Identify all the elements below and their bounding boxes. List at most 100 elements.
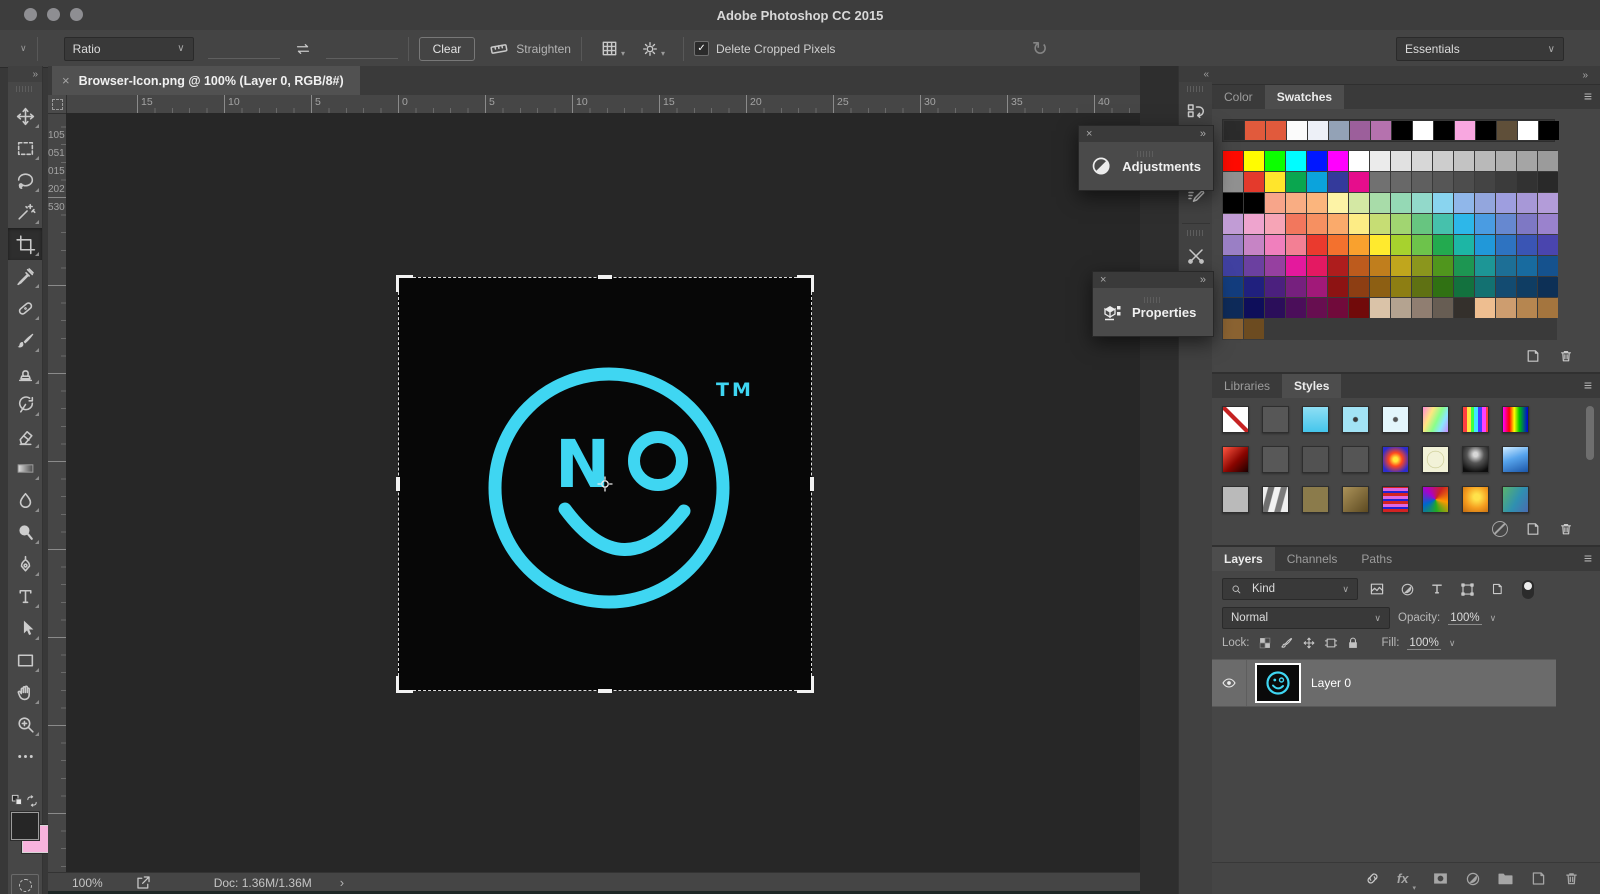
swatch-cell[interactable] bbox=[1433, 151, 1453, 171]
swatch-cell[interactable] bbox=[1412, 214, 1432, 234]
swatch-cell[interactable] bbox=[1391, 235, 1411, 255]
filter-type-layers-button[interactable] bbox=[1426, 582, 1448, 596]
swatch-cell[interactable] bbox=[1370, 298, 1390, 318]
style-thumbnail[interactable] bbox=[1382, 446, 1409, 473]
close-tab-icon[interactable]: × bbox=[62, 73, 70, 88]
link-layers-icon[interactable] bbox=[1364, 870, 1381, 887]
swatch-cell[interactable] bbox=[1412, 235, 1432, 255]
swatch-cell[interactable] bbox=[1517, 193, 1537, 213]
swatch-cell[interactable] bbox=[1496, 298, 1516, 318]
swatch-cell[interactable] bbox=[1286, 214, 1306, 234]
style-thumbnail[interactable] bbox=[1262, 446, 1289, 473]
new-swatch-icon[interactable] bbox=[1525, 348, 1541, 364]
swatch-cell[interactable] bbox=[1349, 235, 1369, 255]
swatch-cell[interactable] bbox=[1265, 277, 1285, 297]
style-thumbnail[interactable] bbox=[1462, 446, 1489, 473]
clear-style-icon[interactable] bbox=[1492, 521, 1508, 537]
style-thumbnail[interactable] bbox=[1382, 406, 1409, 433]
chevron-down-icon[interactable]: ∨ bbox=[1490, 613, 1497, 624]
swatch-cell[interactable] bbox=[1454, 235, 1474, 255]
swatch-cell[interactable] bbox=[1244, 277, 1264, 297]
swatch-cell[interactable] bbox=[1265, 151, 1285, 171]
history-brush-tool[interactable] bbox=[8, 388, 42, 420]
crop-height-field[interactable] bbox=[326, 39, 398, 59]
blend-mode-select[interactable]: Normal ∨ bbox=[1222, 607, 1390, 629]
swatch-cell[interactable] bbox=[1454, 214, 1474, 234]
swatch-cell[interactable] bbox=[1265, 214, 1285, 234]
panel-menu-icon[interactable]: ≡ bbox=[1584, 377, 1592, 393]
lock-artboard-icon[interactable] bbox=[1324, 636, 1338, 650]
swatch-cell[interactable] bbox=[1455, 121, 1475, 140]
status-options-chevron[interactable]: › bbox=[340, 875, 344, 890]
crop-ratio-select[interactable]: Ratio ∨ bbox=[64, 37, 194, 61]
swatch-cell[interactable] bbox=[1496, 214, 1516, 234]
swatch-cell[interactable] bbox=[1391, 151, 1411, 171]
swatch-cell[interactable] bbox=[1286, 172, 1306, 192]
swatch-cell[interactable] bbox=[1223, 298, 1243, 318]
swatch-cell[interactable] bbox=[1244, 235, 1264, 255]
move-tool[interactable] bbox=[8, 100, 42, 132]
pen-tool[interactable] bbox=[8, 548, 42, 580]
swatch-cell[interactable] bbox=[1328, 172, 1348, 192]
swatch-cell[interactable] bbox=[1307, 151, 1327, 171]
swatch-cell[interactable] bbox=[1307, 172, 1327, 192]
swatch-cell[interactable] bbox=[1349, 193, 1369, 213]
swatch-cell[interactable] bbox=[1223, 277, 1243, 297]
quick-mask-button[interactable] bbox=[11, 874, 39, 894]
zoom-level-field[interactable]: 100% bbox=[72, 876, 103, 890]
collapsed-column-header[interactable]: « bbox=[1179, 66, 1213, 82]
swatch-cell[interactable] bbox=[1475, 151, 1495, 171]
swatch-cell[interactable] bbox=[1223, 319, 1243, 339]
swatch-cell[interactable] bbox=[1412, 193, 1432, 213]
swatch-cell[interactable] bbox=[1370, 235, 1390, 255]
swatch-cell[interactable] bbox=[1307, 256, 1327, 276]
swatch-cell[interactable] bbox=[1496, 151, 1516, 171]
style-thumbnail[interactable] bbox=[1342, 406, 1369, 433]
tab-color[interactable]: Color bbox=[1212, 85, 1265, 109]
swatch-cell[interactable] bbox=[1496, 256, 1516, 276]
swatch-cell[interactable] bbox=[1454, 277, 1474, 297]
tab-channels[interactable]: Channels bbox=[1275, 547, 1350, 571]
crop-handle-top-left[interactable] bbox=[396, 275, 413, 292]
swatch-cell[interactable] bbox=[1433, 256, 1453, 276]
swatch-cell[interactable] bbox=[1245, 121, 1265, 140]
swatch-cell[interactable] bbox=[1370, 172, 1390, 192]
workspace-select[interactable]: Essentials ∨ bbox=[1396, 37, 1564, 61]
swatch-cell[interactable] bbox=[1454, 256, 1474, 276]
swatch-cell[interactable] bbox=[1328, 214, 1348, 234]
swatch-cell[interactable] bbox=[1308, 121, 1328, 140]
crop-handle-right[interactable] bbox=[810, 477, 814, 491]
swatch-cell[interactable] bbox=[1349, 298, 1369, 318]
swap-colors-icon[interactable] bbox=[25, 794, 39, 808]
swatch-cell[interactable] bbox=[1538, 256, 1558, 276]
healing-brush-tool[interactable] bbox=[8, 292, 42, 324]
swatch-cell[interactable] bbox=[1265, 193, 1285, 213]
swatch-cell[interactable] bbox=[1307, 235, 1327, 255]
swatch-cell[interactable] bbox=[1371, 121, 1391, 140]
fill-value[interactable]: 100% bbox=[1407, 637, 1440, 650]
style-thumbnail[interactable] bbox=[1302, 446, 1329, 473]
scrollbar[interactable] bbox=[1586, 406, 1594, 460]
properties-panel-header[interactable]: × » bbox=[1093, 272, 1213, 288]
swatch-cell[interactable] bbox=[1265, 256, 1285, 276]
style-thumbnail[interactable] bbox=[1342, 446, 1369, 473]
filter-smart-objects-button[interactable] bbox=[1486, 582, 1508, 596]
style-thumbnail[interactable] bbox=[1342, 486, 1369, 513]
new-layer-icon[interactable] bbox=[1530, 870, 1547, 887]
swatch-cell[interactable] bbox=[1244, 193, 1264, 213]
minimize-window-button[interactable] bbox=[47, 8, 60, 21]
swatch-cell[interactable] bbox=[1286, 193, 1306, 213]
swatch-cell[interactable] bbox=[1286, 277, 1306, 297]
swatch-cell[interactable] bbox=[1223, 172, 1243, 192]
swatch-cell[interactable] bbox=[1286, 235, 1306, 255]
swatch-cell[interactable] bbox=[1370, 151, 1390, 171]
swatch-cell[interactable] bbox=[1244, 298, 1264, 318]
default-colors-icon[interactable] bbox=[11, 794, 25, 808]
swatch-cell[interactable] bbox=[1433, 298, 1453, 318]
swatch-cell[interactable] bbox=[1538, 151, 1558, 171]
tab-layers[interactable]: Layers bbox=[1212, 547, 1275, 571]
swatch-cell[interactable] bbox=[1454, 193, 1474, 213]
opacity-value[interactable]: 100% bbox=[1448, 612, 1481, 625]
style-thumbnail[interactable] bbox=[1222, 406, 1249, 433]
adjustments-panel-header[interactable]: × » bbox=[1079, 126, 1213, 142]
